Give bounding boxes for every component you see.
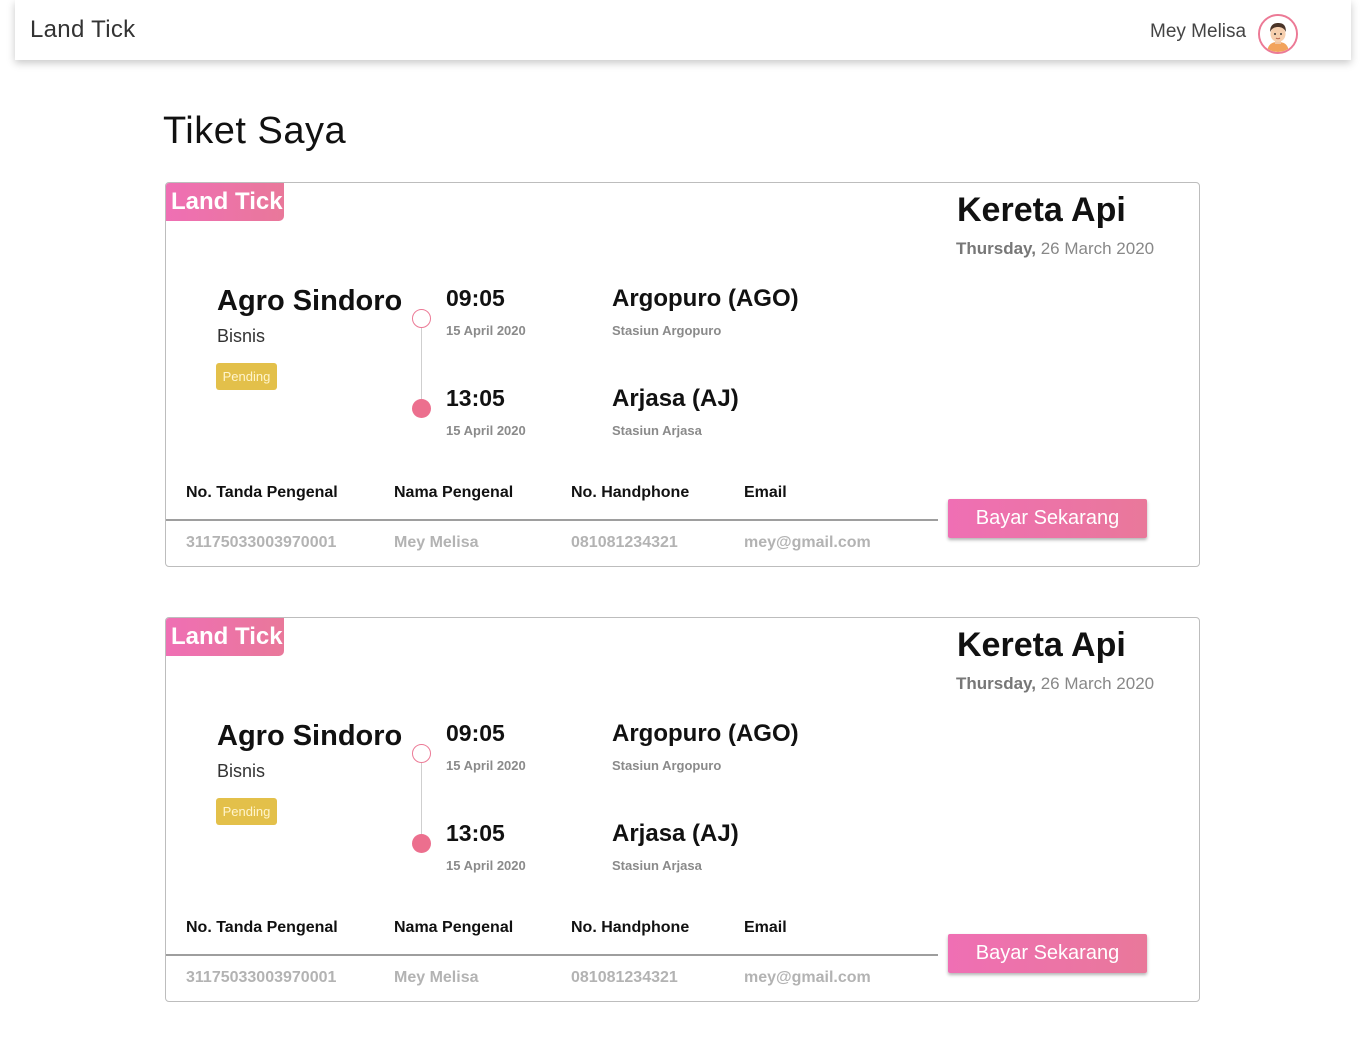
- train-class: Bisnis: [217, 761, 266, 781]
- arrival-date: 15 April 2020: [446, 423, 526, 438]
- arrival-station-sub: Stasiun Arjasa: [612, 858, 702, 873]
- departure-circle-icon: [412, 744, 431, 763]
- table-cell-id-number: 31175033003970001: [186, 969, 337, 986]
- booking-date-value: 26 March 2020: [1040, 674, 1155, 693]
- table-divider: [166, 519, 938, 521]
- arrival-circle-icon: [412, 399, 431, 418]
- status-badge: Pending: [216, 798, 277, 825]
- ticket-logo: Land Tick: [166, 618, 284, 656]
- table-cell-name: Mey Melisa: [394, 534, 479, 551]
- ticket-card: Land Tick Kereta Api Thursday, 26 March …: [165, 182, 1200, 567]
- table-divider: [166, 954, 938, 956]
- table-cell-id-number: 31175033003970001: [186, 534, 337, 551]
- departure-time: 09:05: [446, 285, 505, 311]
- timeline-line: [421, 328, 422, 399]
- ticket-card: Land Tick Kereta Api Thursday, 26 March …: [165, 617, 1200, 1002]
- booking-day: Thursday,: [956, 239, 1036, 258]
- train-name: Agro Sindoro: [217, 720, 403, 752]
- table-cell-phone: 081081234321: [571, 534, 678, 551]
- user-avatar-icon[interactable]: [1258, 14, 1298, 54]
- table-cell-phone: 081081234321: [571, 969, 678, 986]
- departure-station: Argopuro (AGO): [612, 285, 799, 312]
- top-navbar: Land Tick Mey Melisa: [15, 0, 1351, 60]
- table-cell-name: Mey Melisa: [394, 969, 479, 986]
- brand-logo[interactable]: Land Tick: [30, 16, 135, 44]
- table-cell-email: mey@gmail.com: [744, 969, 871, 986]
- arrival-date: 15 April 2020: [446, 858, 526, 873]
- departure-circle-icon: [412, 309, 431, 328]
- table-header-name: Nama Pengenal: [394, 484, 514, 501]
- ticket-logo: Land Tick: [166, 183, 284, 221]
- user-name[interactable]: Mey Melisa: [1150, 21, 1246, 43]
- transport-type: Kereta Api: [957, 191, 1126, 229]
- page-title: Tiket Saya: [163, 110, 347, 152]
- train-class: Bisnis: [217, 326, 266, 346]
- pay-now-button[interactable]: Bayar Sekarang: [948, 499, 1147, 538]
- table-header-name: Nama Pengenal: [394, 919, 514, 936]
- pay-now-button[interactable]: Bayar Sekarang: [948, 934, 1147, 973]
- arrival-time: 13:05: [446, 820, 505, 846]
- table-header-id-number: No. Tanda Pengenal: [186, 919, 338, 936]
- arrival-circle-icon: [412, 834, 431, 853]
- table-header-email: Email: [744, 919, 787, 936]
- booking-date: Thursday, 26 March 2020: [956, 239, 1154, 259]
- train-name: Agro Sindoro: [217, 285, 403, 317]
- table-cell-email: mey@gmail.com: [744, 534, 871, 551]
- table-header-email: Email: [744, 484, 787, 501]
- booking-date-value: 26 March 2020: [1040, 239, 1155, 258]
- departure-station-sub: Stasiun Argopuro: [612, 323, 722, 338]
- arrival-station: Arjasa (AJ): [612, 385, 739, 412]
- booking-day: Thursday,: [956, 674, 1036, 693]
- transport-type: Kereta Api: [957, 626, 1126, 664]
- timeline-line: [421, 763, 422, 834]
- arrival-station-sub: Stasiun Arjasa: [612, 423, 702, 438]
- table-header-id-number: No. Tanda Pengenal: [186, 484, 338, 501]
- departure-station-sub: Stasiun Argopuro: [612, 758, 722, 773]
- arrival-time: 13:05: [446, 385, 505, 411]
- departure-date: 15 April 2020: [446, 323, 526, 338]
- table-header-phone: No. Handphone: [571, 919, 690, 936]
- departure-date: 15 April 2020: [446, 758, 526, 773]
- status-badge: Pending: [216, 363, 277, 390]
- booking-date: Thursday, 26 March 2020: [956, 674, 1154, 694]
- departure-station: Argopuro (AGO): [612, 720, 799, 747]
- departure-time: 09:05: [446, 720, 505, 746]
- arrival-station: Arjasa (AJ): [612, 820, 739, 847]
- table-header-phone: No. Handphone: [571, 484, 690, 501]
